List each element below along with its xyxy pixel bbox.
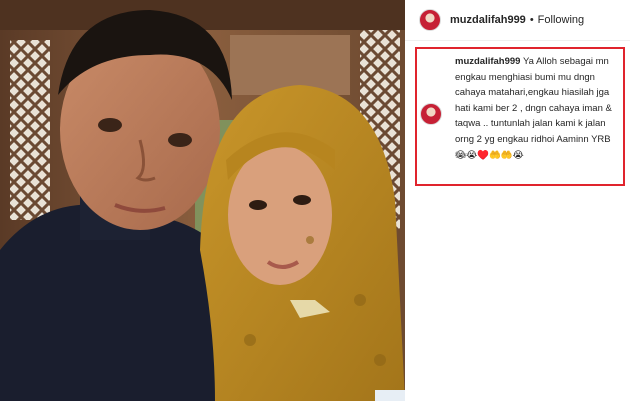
header-separator: • bbox=[529, 14, 534, 26]
post-side-panel: muzdalifah999 • Following muzdalifah999 … bbox=[405, 0, 630, 401]
profile-avatar-icon[interactable] bbox=[419, 9, 441, 31]
instagram-post: muzdalifah999 • Following muzdalifah999 … bbox=[0, 0, 630, 401]
post-photo[interactable] bbox=[0, 0, 405, 401]
caption-highlight-box: muzdalifah999 Ya Alloh sebagai mn engkau… bbox=[415, 47, 625, 186]
following-button[interactable]: Following bbox=[538, 14, 584, 26]
lattice-left bbox=[10, 40, 50, 220]
caption-text: Ya Alloh sebagai mn engkau menghiasi bum… bbox=[455, 56, 612, 161]
woman-face bbox=[228, 145, 332, 285]
caption-body: muzdalifah999 Ya Alloh sebagai mn engkau… bbox=[455, 54, 623, 163]
caption-username[interactable]: muzdalifah999 bbox=[455, 56, 520, 67]
caption-avatar-icon[interactable] bbox=[420, 103, 442, 125]
header-username[interactable]: muzdalifah999 bbox=[450, 14, 526, 26]
post-header: muzdalifah999 • Following bbox=[405, 0, 630, 41]
caption-timestamp[interactable]: 9w bbox=[455, 150, 467, 160]
selfie-illustration bbox=[0, 0, 405, 401]
